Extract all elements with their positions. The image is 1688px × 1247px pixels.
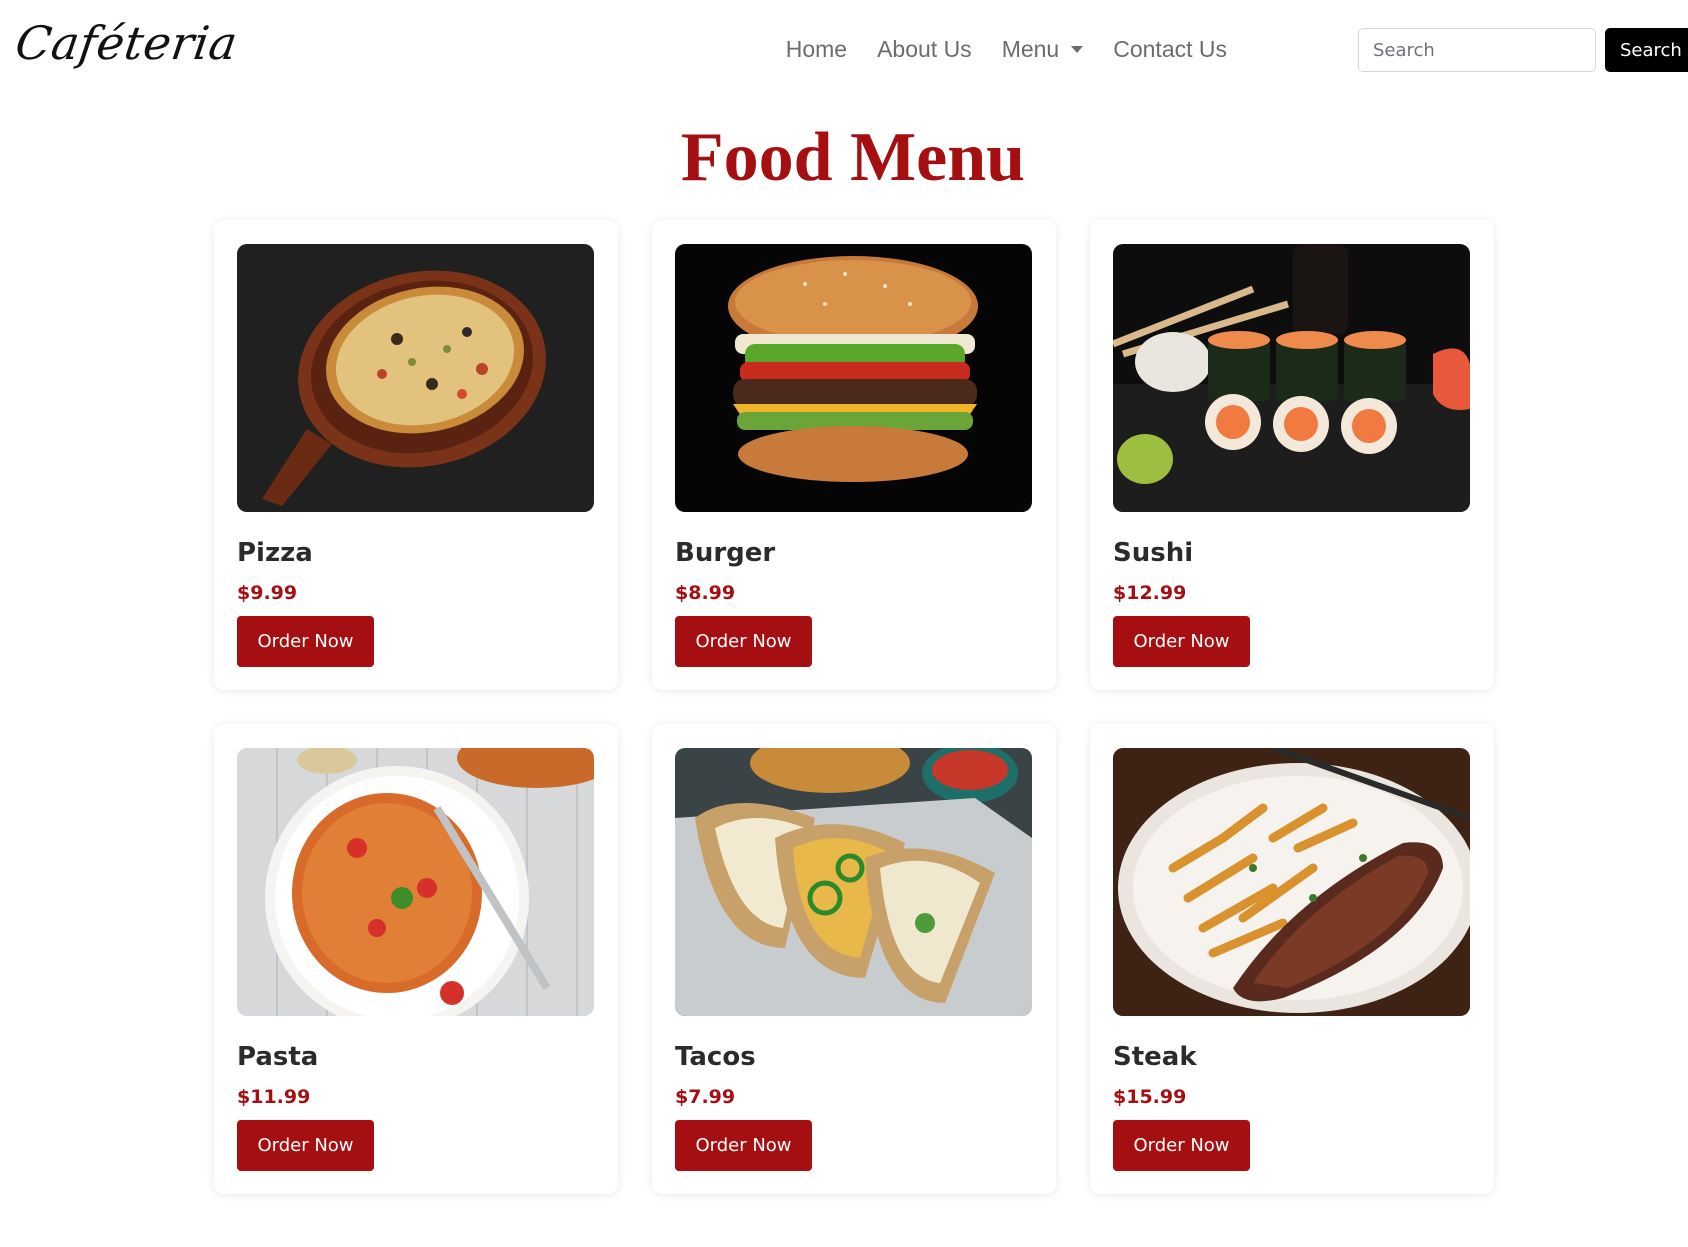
menu-item-price: $8.99 (675, 582, 736, 604)
order-now-button[interactable]: Order Now (1113, 616, 1250, 667)
tacos-image (675, 748, 1032, 1016)
sushi-image (1113, 244, 1470, 512)
menu-item-price: $15.99 (1113, 1086, 1187, 1108)
menu-grid: Pizza $9.99 Order Now Burger $8.99 Order… (214, 220, 1494, 1194)
menu-card-burger: Burger $8.99 Order Now (652, 220, 1056, 690)
menu-item-name: Pasta (237, 1042, 319, 1072)
burger-image (675, 244, 1032, 512)
menu-item-name: Pizza (237, 538, 313, 568)
menu-card-tacos: Tacos $7.99 Order Now (652, 724, 1056, 1194)
menu-item-name: Tacos (675, 1042, 756, 1072)
order-now-button[interactable]: Order Now (675, 616, 812, 667)
menu-item-name: Sushi (1113, 538, 1194, 568)
nav-link-about[interactable]: About Us (862, 30, 987, 69)
menu-item-price: $11.99 (237, 1086, 311, 1108)
menu-card-pasta: Pasta $11.99 Order Now (214, 724, 618, 1194)
pasta-image (237, 748, 594, 1016)
brand-logo[interactable]: Caféteria (12, 16, 241, 70)
menu-card-steak: Steak $15.99 Order Now (1090, 724, 1494, 1194)
menu-item-price: $12.99 (1113, 582, 1187, 604)
order-now-button[interactable]: Order Now (237, 616, 374, 667)
order-now-button[interactable]: Order Now (1113, 1120, 1250, 1171)
menu-card-sushi: Sushi $12.99 Order Now (1090, 220, 1494, 690)
menu-card-pizza: Pizza $9.99 Order Now (214, 220, 618, 690)
page: Caféteria Home About Us Menu Contact Us … (0, 0, 1688, 1247)
nav-links: Home About Us Menu Contact Us (771, 30, 1242, 69)
steak-image (1113, 748, 1470, 1016)
pizza-image (237, 244, 594, 512)
caret-down-icon (1071, 46, 1084, 53)
navbar: Caféteria Home About Us Menu Contact Us … (0, 0, 1688, 100)
page-title: Food Menu (680, 119, 1026, 196)
search-button[interactable]: Search (1605, 28, 1688, 72)
nav-dropdown-menu[interactable]: Menu (987, 30, 1099, 69)
nav-link-home[interactable]: Home (771, 30, 862, 69)
order-now-button[interactable]: Order Now (675, 1120, 812, 1171)
menu-item-name: Burger (675, 538, 776, 568)
search-input[interactable] (1358, 28, 1596, 72)
nav-dropdown-label: Menu (1001, 36, 1060, 62)
order-now-button[interactable]: Order Now (237, 1120, 374, 1171)
menu-item-price: $9.99 (237, 582, 298, 604)
nav-link-contact[interactable]: Contact Us (1098, 30, 1242, 69)
menu-item-price: $7.99 (675, 1086, 736, 1108)
menu-item-name: Steak (1113, 1042, 1197, 1072)
